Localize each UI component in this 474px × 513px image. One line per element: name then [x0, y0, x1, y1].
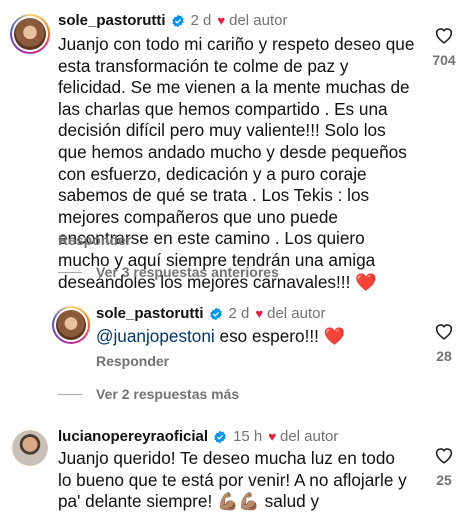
comment-header: lucianopereyraoficial 15 h ♥ del autor [58, 428, 338, 445]
heart-outline-icon[interactable] [434, 26, 454, 44]
like-count: 28 [436, 348, 452, 364]
avatar[interactable] [12, 430, 48, 466]
comment-body: eso espero!!! [214, 326, 324, 346]
username[interactable]: lucianopereyraoficial [58, 428, 208, 445]
avatar[interactable] [10, 14, 50, 54]
comment-text: Juanjo querido! Te deseo mucha luz en to… [58, 448, 408, 513]
red-heart-icon: ♥ [268, 429, 276, 444]
author-like-label: del autor [267, 305, 326, 322]
verified-badge-icon [214, 430, 226, 443]
heart-emoji: ❤️ [355, 271, 377, 292]
mention-link[interactable]: @juanjopestoni [96, 326, 215, 346]
reply-button[interactable]: Responder [58, 232, 131, 248]
heart-outline-icon[interactable] [434, 322, 454, 340]
view-replies-label: Ver 3 respuestas anteriores [96, 264, 279, 280]
reply-button[interactable]: Responder [96, 353, 169, 369]
comment-time: 2 d [228, 305, 250, 322]
comment-text: Juanjo con todo mi cariño y respeto dese… [58, 34, 418, 293]
comment-text: @juanjopestoni eso espero!!! ❤️ [96, 326, 416, 348]
username[interactable]: sole_pastorutti [58, 12, 166, 29]
verified-badge-icon [209, 307, 222, 320]
comment-time: 15 h [233, 428, 263, 445]
heart-outline-icon[interactable] [434, 446, 454, 464]
verified-badge-icon [171, 14, 184, 27]
red-heart-icon: ♥ [255, 306, 264, 321]
author-like-label: del autor [229, 12, 288, 29]
like-control[interactable]: 25 [424, 446, 464, 488]
like-control[interactable]: 28 [424, 322, 464, 364]
like-count: 25 [436, 472, 452, 488]
comment-time: 2 d [190, 12, 212, 29]
like-count: 704 [432, 52, 456, 68]
username[interactable]: sole_pastorutti [96, 305, 204, 322]
red-heart-icon: ♥ [217, 13, 226, 28]
comment-body: Juanjo querido! Te deseo mucha luz en to… [58, 448, 407, 513]
divider [58, 393, 82, 395]
comment-body: Juanjo con todo mi cariño y respeto dese… [58, 34, 415, 292]
comment-header: sole_pastorutti 2 d ♥ del autor [58, 12, 287, 29]
view-replies-button[interactable]: Ver 3 respuestas anteriores [58, 264, 279, 280]
comment-header: sole_pastorutti 2 d ♥ del autor [96, 305, 325, 322]
heart-emoji: ❤️ [323, 326, 346, 346]
view-replies-label: Ver 2 respuestas más [96, 386, 240, 402]
avatar[interactable] [52, 306, 90, 344]
like-control[interactable]: 704 [424, 26, 464, 68]
author-like-label: del autor [279, 428, 339, 445]
divider [58, 271, 82, 273]
view-replies-button[interactable]: Ver 2 respuestas más [58, 386, 239, 402]
